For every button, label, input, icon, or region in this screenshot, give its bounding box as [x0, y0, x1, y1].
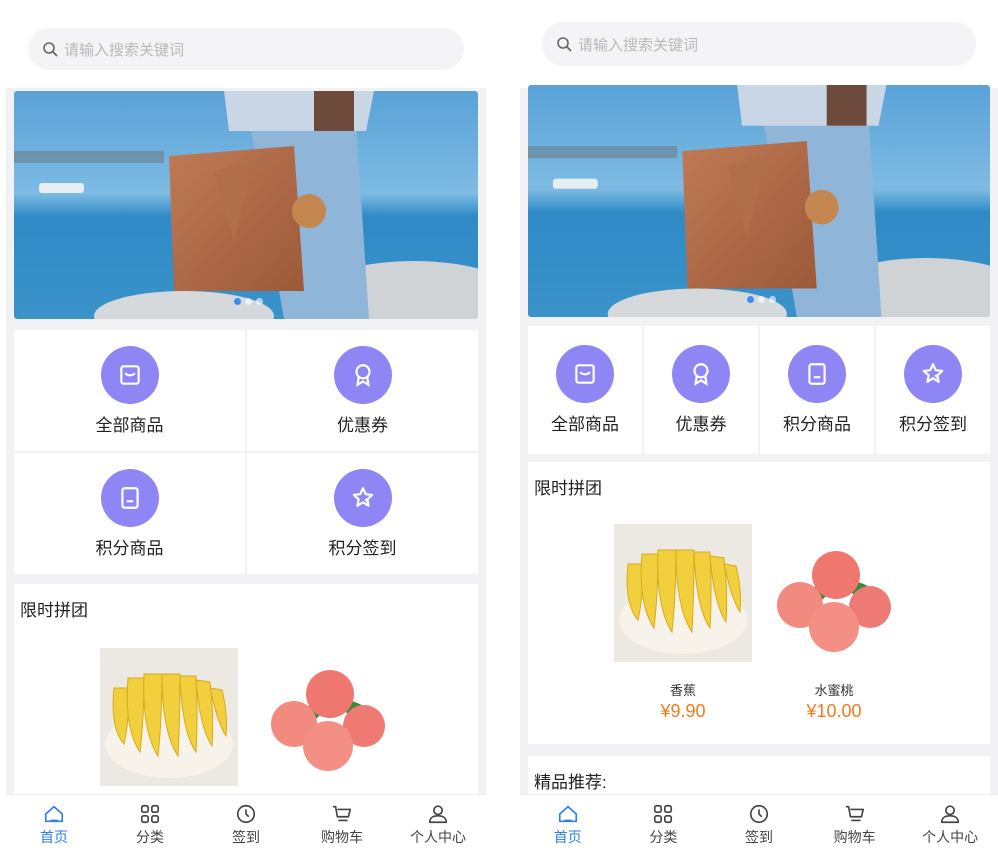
banner-photo	[14, 91, 478, 319]
pagination-dot[interactable]	[256, 298, 263, 305]
pagination-dot-active[interactable]	[747, 296, 754, 303]
menu-label: 优惠券	[675, 415, 727, 434]
home-icon	[557, 803, 579, 825]
user-icon	[427, 803, 449, 825]
bag-icon	[572, 361, 598, 387]
menu-label: 积分商品	[783, 415, 851, 434]
tab-home[interactable]: 首页	[520, 795, 616, 854]
search-placeholder: 请输入搜索关键词	[64, 41, 185, 59]
menu-label: 全部商品	[95, 415, 164, 435]
category-menu: 全部商品 优惠券 积分商品 积分签到	[14, 330, 478, 574]
menu-item-all-products[interactable]: 全部商品	[14, 330, 245, 451]
search-icon	[556, 36, 572, 52]
search-input[interactable]: 请输入搜索关键词	[28, 28, 464, 70]
category-menu: 全部商品 优惠券 积分商品 积分签到	[528, 326, 990, 454]
menu-label: 积分签到	[899, 415, 967, 434]
cart-icon	[331, 803, 353, 825]
badge-icon	[688, 361, 714, 387]
phone-screen-right: 请输入搜索关键词 全部商品 优惠券 积分商品 积分签到 限时拼团 香蕉 ¥9.9…	[520, 10, 998, 854]
section-title: 限时拼团	[20, 601, 88, 620]
grid-icon	[652, 803, 674, 825]
tab-label: 分类	[649, 828, 678, 845]
peach-image	[271, 670, 385, 771]
grid-icon	[139, 803, 161, 825]
tab-label: 个人中心	[922, 828, 979, 845]
menu-item-points-checkin[interactable]: 积分签到	[876, 326, 990, 454]
peach-image	[777, 551, 891, 652]
tab-label: 首页	[40, 828, 68, 845]
clock-icon	[235, 803, 257, 825]
banana-image	[100, 648, 238, 786]
section-title: 精品推荐:	[534, 773, 607, 792]
menu-item-points-checkin[interactable]: 积分签到	[247, 453, 478, 574]
star-check-icon	[920, 361, 946, 387]
tab-category[interactable]: 分类	[616, 795, 712, 854]
tab-checkin[interactable]: 签到	[711, 795, 807, 854]
phone-screen-left: 请输入搜索关键词 全部商品 优惠券 积分商品 积分签到 限时拼团 首页 分类 签…	[6, 10, 486, 854]
search-icon	[42, 41, 58, 57]
banner-image[interactable]	[14, 91, 478, 319]
bottom-tab-bar: 首页 分类 签到 购物车 个人中心	[6, 794, 486, 854]
clock-icon	[748, 803, 770, 825]
banana-image	[614, 524, 752, 662]
user-icon	[939, 803, 961, 825]
search-placeholder: 请输入搜索关键词	[578, 36, 699, 54]
tab-label: 签到	[744, 828, 773, 845]
book-icon	[117, 485, 143, 511]
pagination-dot-active[interactable]	[234, 298, 241, 305]
menu-label: 积分商品	[95, 538, 164, 558]
menu-label: 全部商品	[551, 415, 619, 434]
tab-profile[interactable]: 个人中心	[902, 795, 998, 854]
group-buy-section: 限时拼团 香蕉 ¥9.90 水蜜桃 ¥10.00	[528, 462, 990, 744]
menu-item-coupons[interactable]: 优惠券	[247, 330, 478, 451]
section-title: 限时拼团	[534, 479, 602, 498]
pagination-dot[interactable]	[245, 298, 252, 305]
badge-icon	[350, 362, 376, 388]
menu-item-all-products[interactable]: 全部商品	[528, 326, 642, 454]
product-peach[interactable]	[268, 664, 388, 774]
search-input[interactable]: 请输入搜索关键词	[542, 22, 976, 66]
tab-label: 个人中心	[410, 828, 466, 845]
tab-label: 签到	[232, 828, 260, 845]
tab-profile[interactable]: 个人中心	[390, 795, 486, 854]
menu-item-points-products[interactable]: 积分商品	[14, 453, 245, 574]
tab-cart[interactable]: 购物车	[294, 795, 390, 854]
menu-label: 优惠券	[337, 415, 388, 435]
search-bar-area: 请输入搜索关键词	[520, 10, 998, 88]
group-buy-section: 限时拼团	[14, 584, 478, 794]
banner-pagination[interactable]	[234, 298, 263, 305]
tab-cart[interactable]: 购物车	[807, 795, 903, 854]
bottom-tab-bar: 首页 分类 签到 购物车 个人中心	[520, 794, 998, 854]
tab-label: 分类	[136, 828, 164, 845]
tab-category[interactable]: 分类	[102, 795, 198, 854]
tab-label: 购物车	[321, 828, 363, 845]
product-name: 香蕉	[669, 683, 696, 698]
menu-item-coupons[interactable]: 优惠券	[644, 326, 758, 454]
tab-label: 购物车	[833, 828, 876, 845]
cart-icon	[844, 803, 866, 825]
pagination-dot[interactable]	[758, 296, 765, 303]
product-price: ¥10.00	[806, 701, 862, 721]
menu-label: 积分签到	[328, 538, 397, 558]
product-banana[interactable]	[100, 648, 238, 786]
bag-icon	[117, 362, 143, 388]
divider	[492, 0, 514, 854]
banner-photo	[528, 85, 990, 317]
menu-item-points-products[interactable]: 积分商品	[760, 326, 874, 454]
tab-checkin[interactable]: 签到	[198, 795, 294, 854]
banner-pagination[interactable]	[747, 296, 776, 303]
product-peach[interactable]: 水蜜桃 ¥10.00	[774, 538, 894, 722]
product-name: 水蜜桃	[814, 683, 854, 698]
tab-home[interactable]: 首页	[6, 795, 102, 854]
search-bar-area: 请输入搜索关键词	[6, 10, 486, 88]
star-check-icon	[350, 485, 376, 511]
pagination-dot[interactable]	[769, 296, 776, 303]
home-icon	[43, 803, 65, 825]
book-icon	[804, 361, 830, 387]
product-banana[interactable]: 香蕉 ¥9.90	[614, 524, 752, 722]
product-price: ¥9.90	[660, 701, 706, 721]
banner-image[interactable]	[528, 85, 990, 317]
tab-label: 首页	[553, 828, 582, 845]
